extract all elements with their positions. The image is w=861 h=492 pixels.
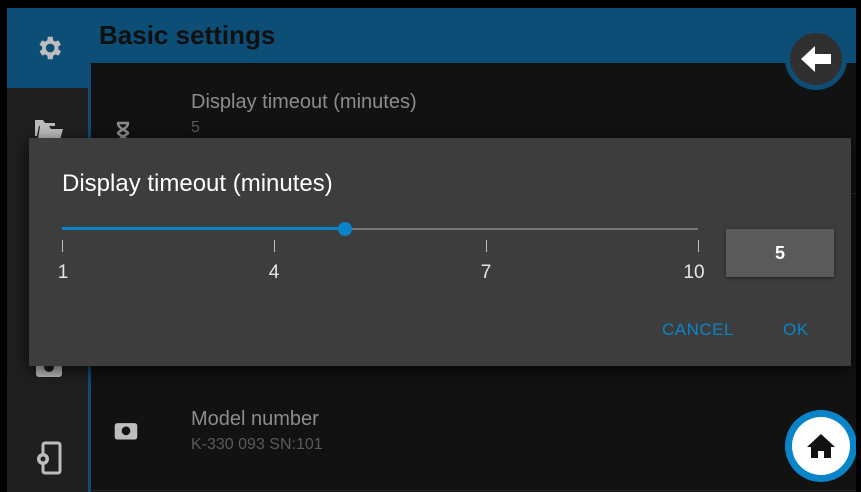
home-button[interactable]	[785, 410, 856, 482]
ok-button[interactable]: OK	[783, 320, 809, 340]
dialog-title: Display timeout (minutes)	[62, 170, 333, 197]
row-value: 5	[191, 119, 200, 136]
tick-label: 10	[683, 262, 705, 283]
sidebar-item-basic-settings[interactable]	[7, 8, 91, 88]
settings-exit-icon	[37, 441, 62, 475]
slider-fill	[62, 227, 345, 230]
arrow-left-icon	[801, 46, 831, 72]
slider-thumb[interactable]	[337, 222, 352, 236]
row-value: K-330 093 SN:101	[191, 436, 323, 453]
row-title: Display timeout (minutes)	[191, 91, 417, 113]
header-bar: Basic settings	[91, 8, 856, 63]
row-title: Model number	[191, 408, 319, 430]
page-title: Basic settings	[99, 20, 276, 50]
value-input[interactable]: 5	[726, 229, 834, 277]
slider-tick	[274, 240, 275, 252]
tick-label: 7	[480, 262, 492, 283]
tick-label: 1	[57, 262, 69, 283]
slider-tick	[486, 240, 487, 252]
tick-label: 4	[268, 262, 280, 283]
slider-tick	[698, 240, 699, 252]
list-item-model-number[interactable]: Model number K-330 093 SN:101	[91, 380, 856, 491]
camera-icon	[114, 423, 138, 440]
home-icon	[807, 434, 835, 458]
app-screen: Basic settings Display timeout (minutes)…	[7, 8, 856, 492]
back-button[interactable]	[785, 28, 847, 90]
timeout-dialog: Display timeout (minutes) 1 4 7 10 5 CAN…	[29, 138, 851, 366]
timeout-slider[interactable]	[62, 222, 698, 236]
home-button-inner	[792, 417, 850, 475]
sidebar-item-settings-exit[interactable]	[7, 418, 91, 492]
gear-icon	[39, 36, 62, 60]
cancel-button[interactable]: CANCEL	[662, 320, 734, 340]
slider-tick	[62, 240, 63, 252]
